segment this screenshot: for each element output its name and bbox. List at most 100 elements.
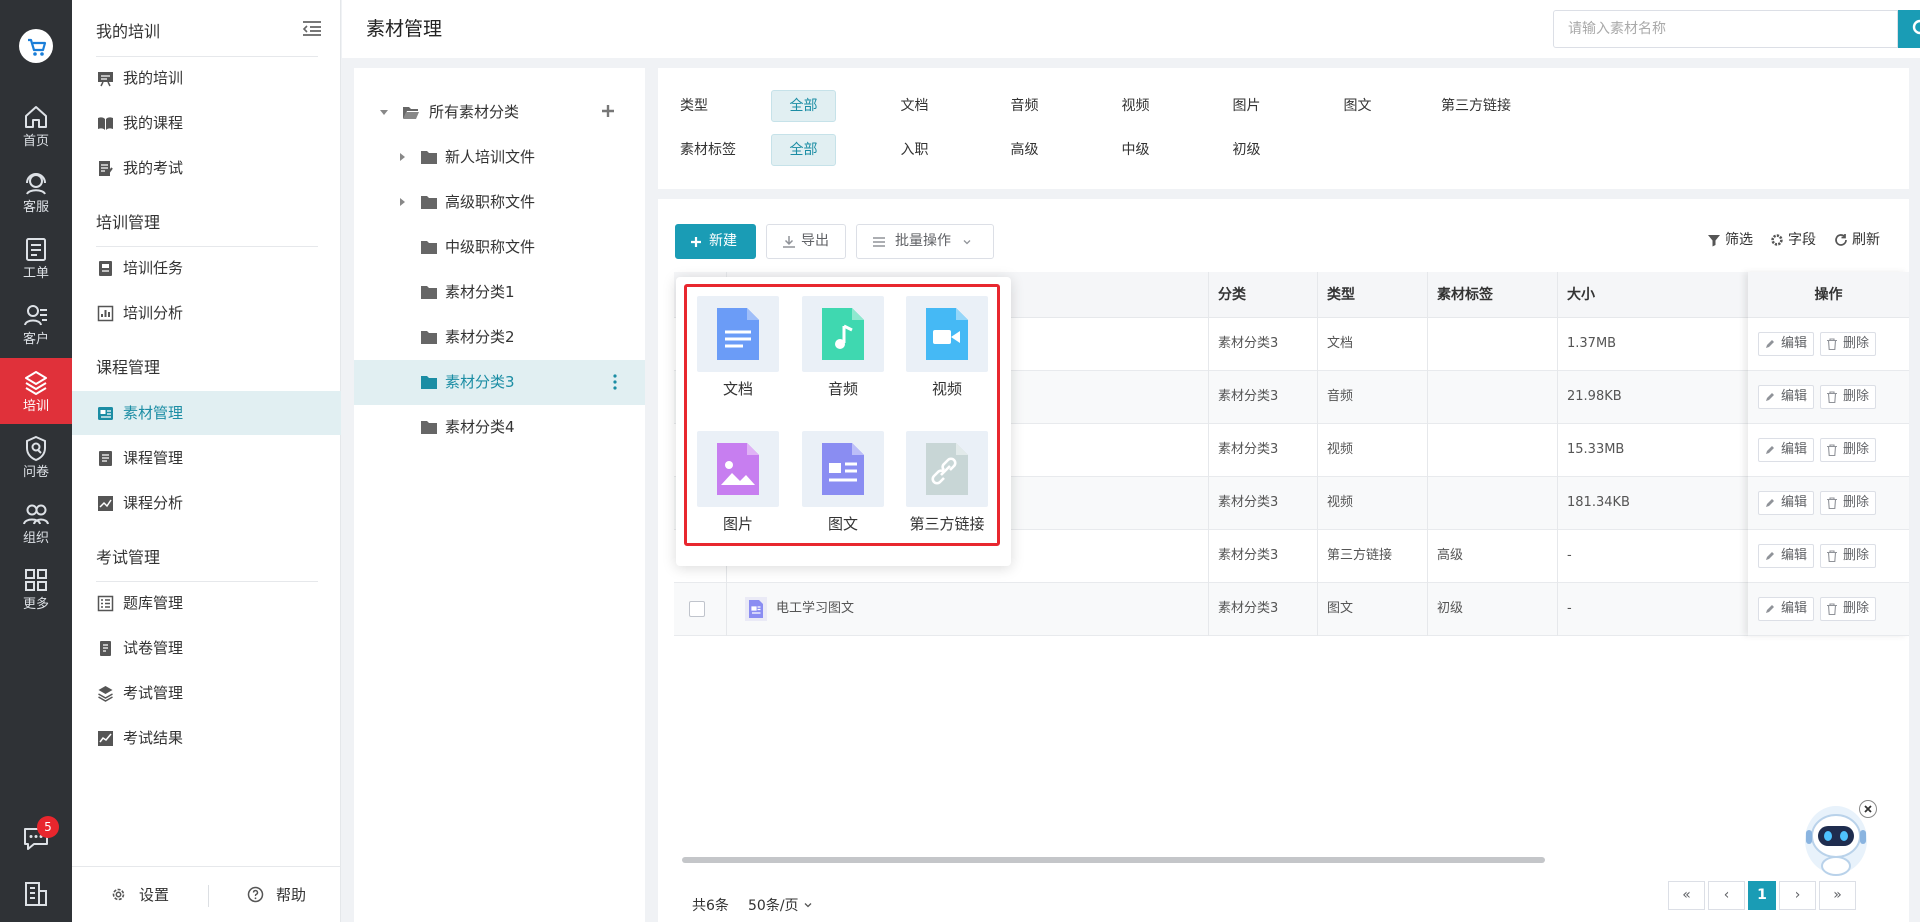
sidebar-item-exam-results[interactable]: 考试结果: [72, 716, 341, 760]
sidebar-item-course-management[interactable]: 课程管理: [72, 436, 341, 480]
delete-button[interactable]: 删除: [1820, 491, 1876, 515]
new-third-party-link-option[interactable]: 第三方链接: [906, 431, 988, 533]
cell-tag: [1427, 424, 1437, 476]
next-page-button[interactable]: ›: [1779, 881, 1816, 910]
page-number[interactable]: 1: [1748, 881, 1776, 910]
type-option-all[interactable]: 全部: [771, 90, 836, 122]
sidebar-item-course-analysis[interactable]: 课程分析: [72, 481, 341, 525]
new-button[interactable]: 新建: [675, 224, 756, 259]
caret-down-icon[interactable]: [379, 107, 389, 117]
column-header-type[interactable]: 类型: [1317, 272, 1417, 318]
type-option-document[interactable]: 文档: [882, 90, 947, 122]
delete-button[interactable]: 删除: [1820, 544, 1876, 568]
tag-option-senior[interactable]: 高级: [992, 134, 1057, 166]
search-input[interactable]: [1553, 10, 1898, 48]
add-category-icon[interactable]: [600, 103, 616, 119]
column-header-size[interactable]: 大小: [1557, 272, 1707, 318]
type-option-rich-text[interactable]: 图文: [1325, 90, 1390, 122]
type-option-video[interactable]: 视频: [1103, 90, 1168, 122]
rail-item-organization[interactable]: 组织: [0, 490, 72, 556]
rail-item-home[interactable]: 首页: [0, 93, 72, 159]
delete-button[interactable]: 删除: [1820, 332, 1876, 356]
scrollbar-thumb[interactable]: [682, 857, 1545, 863]
help-link[interactable]: 帮助: [247, 867, 306, 922]
edit-button[interactable]: 编辑: [1758, 597, 1814, 621]
tag-option-junior[interactable]: 初级: [1214, 134, 1279, 166]
rail-item-more[interactable]: 更多: [0, 556, 72, 622]
tree-node[interactable]: 新人培训文件: [354, 135, 645, 180]
cell-type: 视频: [1327, 442, 1354, 457]
tag-option-onboarding[interactable]: 入职: [882, 134, 947, 166]
delete-button[interactable]: 删除: [1820, 438, 1876, 462]
settings-link[interactable]: 设置: [110, 867, 169, 922]
page-size-select[interactable]: 50条/页: [748, 886, 813, 922]
new-video-option[interactable]: 视频: [906, 296, 988, 398]
tree-node-selected[interactable]: 素材分类3: [354, 360, 645, 405]
horizontal-scrollbar[interactable]: [676, 856, 1886, 864]
delete-button[interactable]: 删除: [1820, 385, 1876, 409]
sidebar-item-my-training[interactable]: 我的培训: [72, 56, 341, 100]
caret-right-icon[interactable]: [397, 152, 407, 162]
edit-button[interactable]: 编辑: [1758, 332, 1814, 356]
export-button[interactable]: 导出: [766, 224, 846, 259]
rail-item-ticket[interactable]: 工单: [0, 225, 72, 291]
row-checkbox[interactable]: [689, 601, 705, 617]
menu-collapse-icon[interactable]: [302, 20, 322, 37]
sidebar-item-exam-management[interactable]: 考试管理: [72, 671, 341, 715]
tag-option-all[interactable]: 全部: [771, 134, 836, 166]
sidebar-item-materials[interactable]: 素材管理: [72, 391, 341, 435]
tree-node[interactable]: 素材分类2: [354, 315, 645, 360]
building-icon[interactable]: [23, 880, 49, 908]
sidebar-item-my-courses[interactable]: 我的课程: [72, 101, 341, 145]
chevron-down-icon: [963, 240, 971, 245]
caret-right-icon[interactable]: [397, 197, 407, 207]
edit-button[interactable]: 编辑: [1758, 491, 1814, 515]
sidebar-item-question-bank[interactable]: 题库管理: [72, 581, 341, 625]
new-audio-option[interactable]: 音频: [802, 296, 884, 398]
rail-item-training[interactable]: 培训: [0, 358, 72, 424]
tree-root[interactable]: 所有素材分类: [354, 90, 645, 135]
delete-button[interactable]: 删除: [1820, 597, 1876, 621]
search-button[interactable]: [1898, 10, 1920, 48]
assistant-close-button[interactable]: [1859, 800, 1877, 818]
first-page-button[interactable]: «: [1668, 881, 1705, 910]
sidebar-item-my-exams[interactable]: 我的考试: [72, 146, 341, 190]
tree-node-label: 素材分类1: [445, 283, 515, 301]
sidebar-item-training-tasks[interactable]: 培训任务: [72, 246, 341, 290]
last-page-button[interactable]: »: [1819, 881, 1856, 910]
rail-item-service[interactable]: 客服: [0, 159, 72, 225]
new-image-option[interactable]: 图片: [697, 431, 779, 533]
sidebar-item-training-analysis[interactable]: 培训分析: [72, 291, 341, 335]
edit-button[interactable]: 编辑: [1758, 544, 1814, 568]
tree-node[interactable]: 素材分类4: [354, 405, 645, 450]
type-option-audio[interactable]: 音频: [992, 90, 1057, 122]
more-options-icon[interactable]: [612, 373, 618, 391]
sidebar-item-paper-management[interactable]: 试卷管理: [72, 626, 341, 670]
new-rich-text-option[interactable]: 图文: [802, 431, 884, 533]
rail-item-survey[interactable]: 问卷: [0, 424, 72, 490]
tree-node[interactable]: 素材分类1: [354, 270, 645, 315]
prev-page-button[interactable]: ‹: [1708, 881, 1745, 910]
delete-label: 删除: [1843, 336, 1870, 351]
edit-button[interactable]: 编辑: [1758, 385, 1814, 409]
column-divider: [1208, 272, 1209, 636]
new-document-option[interactable]: 文档: [697, 296, 779, 398]
home-icon: [25, 106, 47, 128]
type-option-image[interactable]: 图片: [1214, 90, 1279, 122]
sidebar-title: 我的培训: [96, 22, 161, 41]
app-logo[interactable]: [19, 29, 53, 63]
column-header-category[interactable]: 分类: [1208, 272, 1308, 318]
customers-icon: [24, 305, 47, 326]
table-row[interactable]: 电工学习图文 素材分类3 图文 初级 -: [674, 583, 1909, 636]
materials-icon: [98, 407, 113, 420]
column-header-tag[interactable]: 素材标签: [1427, 272, 1547, 318]
tree-node[interactable]: 中级职称文件: [354, 225, 645, 270]
tag-option-intermediate[interactable]: 中级: [1103, 134, 1168, 166]
edit-button[interactable]: 编辑: [1758, 438, 1814, 462]
rail-item-customer[interactable]: 客户: [0, 291, 72, 357]
type-option-third-party-link[interactable]: 第三方链接: [1426, 90, 1526, 122]
cell-name[interactable]: 电工学习图文: [776, 583, 854, 635]
footer-divider: [208, 885, 209, 907]
tree-node[interactable]: 高级职称文件: [354, 180, 645, 225]
batch-actions-dropdown[interactable]: 批量操作: [856, 224, 994, 259]
